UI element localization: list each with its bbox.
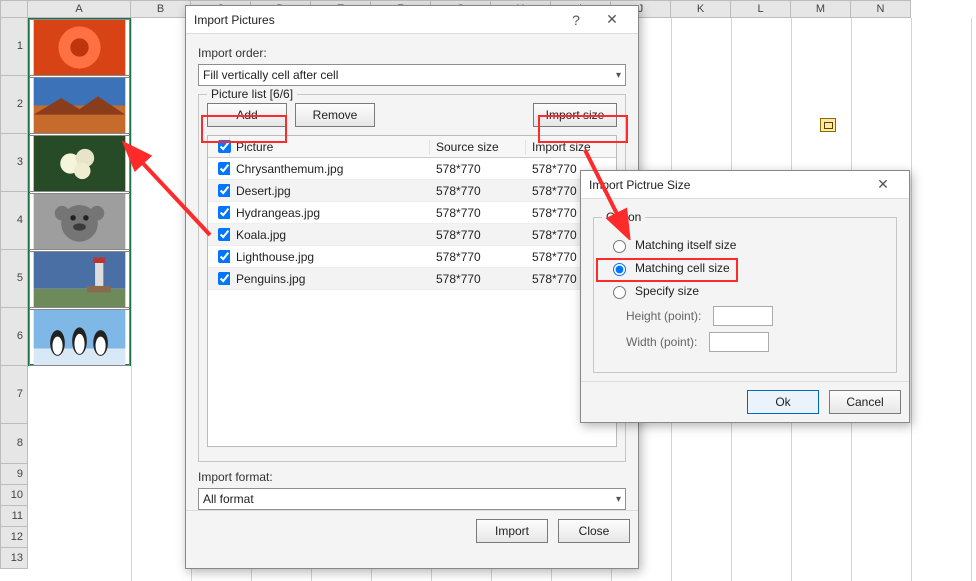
import-pictures-dialog: Import Pictures ? ✕ Import order: Fill v…	[185, 5, 639, 569]
radio-specify-size[interactable]: Specify size	[608, 283, 882, 299]
col-source-size[interactable]: Source size	[430, 140, 526, 154]
close-icon[interactable]: ✕	[594, 11, 630, 28]
col-header-l[interactable]: L	[731, 0, 791, 18]
row-header-2[interactable]: 2	[0, 76, 28, 134]
import-order-value: Fill vertically cell after cell	[203, 68, 338, 82]
width-label: Width (point):	[626, 335, 697, 349]
chevron-down-icon: ▾	[616, 494, 621, 505]
col-header-n[interactable]: N	[851, 0, 911, 18]
select-all-corner[interactable]	[0, 0, 28, 18]
col-header-m[interactable]: M	[791, 0, 851, 18]
row-header-5[interactable]: 5	[0, 250, 28, 308]
import-size-button[interactable]: Import size	[533, 103, 617, 127]
table-row[interactable]: Hydrangeas.jpg 578*770 578*770	[208, 202, 616, 224]
cell-a1-image[interactable]	[29, 19, 130, 76]
import-order-label: Import order:	[198, 46, 626, 60]
remove-button[interactable]: Remove	[295, 103, 375, 127]
radio-matching-cell[interactable]: Matching cell size	[608, 260, 882, 276]
table-row[interactable]: Chrysanthemum.jpg 578*770 578*770	[208, 158, 616, 180]
add-button[interactable]: Add	[207, 103, 287, 127]
radio-label: Specify size	[635, 284, 699, 298]
chevron-down-icon: ▾	[616, 70, 621, 81]
cell-a4-image[interactable]	[29, 193, 130, 250]
cell-a5-image[interactable]	[29, 251, 130, 308]
col-header-b[interactable]: B	[131, 0, 191, 18]
row-checkbox[interactable]	[218, 206, 230, 219]
cell-a2-image[interactable]	[29, 77, 130, 134]
radio-matching-itself[interactable]: Matching itself size	[608, 237, 882, 253]
cancel-button[interactable]: Cancel	[829, 390, 901, 414]
row-header-13[interactable]: 13	[0, 548, 28, 569]
radio-label: Matching itself size	[635, 238, 736, 252]
picture-list-legend: Picture list [6/6]	[207, 87, 297, 101]
row-header-11[interactable]: 11	[0, 506, 28, 527]
table-header: Picture Source size Import size	[208, 136, 616, 158]
pic-src: 578*770	[430, 184, 526, 198]
col-import-size[interactable]: Import size	[526, 140, 616, 154]
select-all-checkbox[interactable]	[208, 137, 230, 156]
pic-name: Desert.jpg	[230, 184, 430, 198]
option-legend: Option	[602, 210, 645, 224]
row-header-4[interactable]: 4	[0, 192, 28, 250]
help-button[interactable]: ?	[558, 12, 594, 28]
radio-label: Matching cell size	[635, 261, 730, 275]
row-checkbox[interactable]	[218, 228, 230, 241]
dialog-title: Import Pictrue Size	[589, 178, 865, 192]
ok-button[interactable]: Ok	[747, 390, 819, 414]
table-row[interactable]: Desert.jpg 578*770 578*770	[208, 180, 616, 202]
row-header-7[interactable]: 7	[0, 366, 28, 424]
import-format-combo[interactable]: All format ▾	[198, 488, 626, 510]
import-button[interactable]: Import	[476, 519, 548, 543]
pic-src: 578*770	[430, 228, 526, 242]
row-header-1[interactable]: 1	[0, 18, 28, 76]
height-label: Height (point):	[626, 309, 701, 323]
pic-name: Chrysanthemum.jpg	[230, 162, 430, 176]
pic-src: 578*770	[430, 162, 526, 176]
import-order-combo[interactable]: Fill vertically cell after cell ▾	[198, 64, 626, 86]
pic-src: 578*770	[430, 250, 526, 264]
dialog-titlebar[interactable]: Import Pictrue Size ✕	[581, 171, 909, 199]
row-header-9[interactable]: 9	[0, 464, 28, 485]
dialog-titlebar[interactable]: Import Pictures ? ✕	[186, 6, 638, 34]
pic-src: 578*770	[430, 272, 526, 286]
table-row[interactable]: Koala.jpg 578*770 578*770	[208, 224, 616, 246]
row-checkbox[interactable]	[218, 272, 230, 285]
picture-table: Picture Source size Import size Chrysant…	[207, 135, 617, 447]
col-header-k[interactable]: K	[671, 0, 731, 18]
row-header-6[interactable]: 6	[0, 308, 28, 366]
width-input[interactable]	[709, 332, 769, 352]
row-header-10[interactable]: 10	[0, 485, 28, 506]
col-header-a[interactable]: A	[28, 0, 131, 18]
dialog-title: Import Pictures	[194, 13, 558, 27]
pic-name: Koala.jpg	[230, 228, 430, 242]
import-format-label: Import format:	[198, 470, 626, 484]
pic-src: 578*770	[430, 206, 526, 220]
table-body: Chrysanthemum.jpg 578*770 578*770 Desert…	[208, 158, 616, 290]
row-headers: 1 2 3 4 5 6 7 8 9 10 11 12 13	[0, 18, 28, 569]
row-checkbox[interactable]	[218, 162, 230, 175]
cell-a6-image[interactable]	[29, 309, 130, 366]
cell-a3-image[interactable]	[29, 135, 130, 192]
import-format-value: All format	[203, 492, 254, 506]
table-row[interactable]: Penguins.jpg 578*770 578*770	[208, 268, 616, 290]
import-picture-size-dialog: Import Pictrue Size ✕ Option Matching it…	[580, 170, 910, 423]
smart-tag-icon[interactable]	[820, 118, 836, 132]
row-header-12[interactable]: 12	[0, 527, 28, 548]
close-button[interactable]: Close	[558, 519, 630, 543]
row-header-3[interactable]: 3	[0, 134, 28, 192]
pic-name: Lighthouse.jpg	[230, 250, 430, 264]
table-row[interactable]: Lighthouse.jpg 578*770 578*770	[208, 246, 616, 268]
pic-name: Penguins.jpg	[230, 272, 430, 286]
row-checkbox[interactable]	[218, 184, 230, 197]
col-picture[interactable]: Picture	[230, 140, 430, 154]
row-header-8[interactable]: 8	[0, 424, 28, 464]
close-icon[interactable]: ✕	[865, 176, 901, 193]
row-checkbox[interactable]	[218, 250, 230, 263]
height-input[interactable]	[713, 306, 773, 326]
pic-name: Hydrangeas.jpg	[230, 206, 430, 220]
